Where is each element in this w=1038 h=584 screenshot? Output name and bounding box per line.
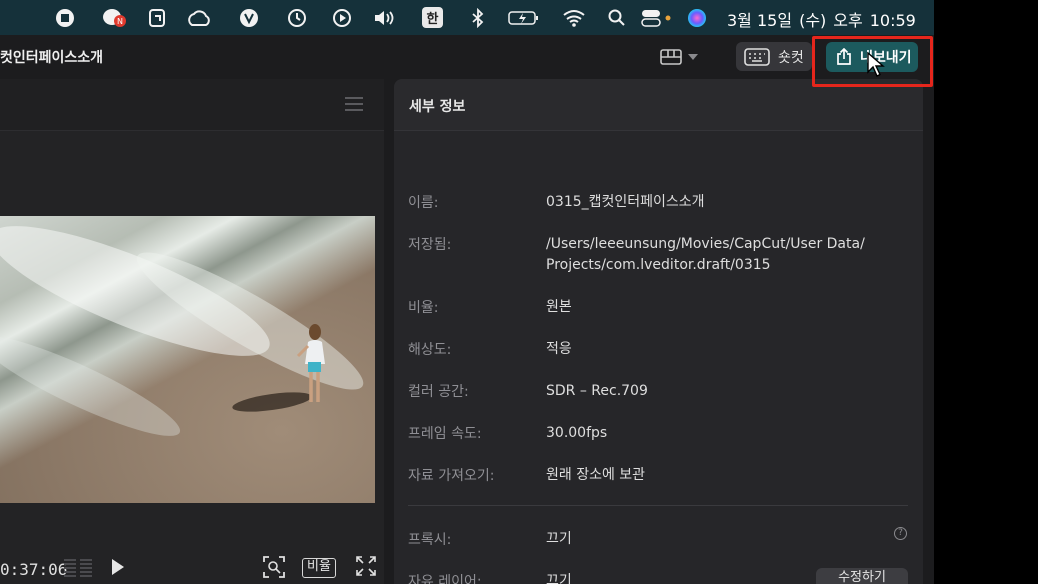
capcut-window: 컷인터페이스소개 숏컷 내보내기 0:37:06 비율 세부 정보 이름: 03… [0, 35, 934, 584]
clipboard-app-icon[interactable] [146, 7, 168, 29]
player-header [0, 79, 384, 131]
keyboard-icon [744, 47, 770, 66]
detail-label: 컬러 공간: [408, 384, 469, 400]
clock-date: 3월 15일 [727, 11, 793, 30]
detail-value: 0315_캡컷인터페이스소개 [546, 194, 705, 210]
fullscreen-icon [356, 556, 376, 576]
detail-value: SDR – Rec.709 [546, 383, 648, 399]
detail-value: 적응 [546, 341, 572, 357]
detail-label: 자유 레이어: [408, 574, 482, 584]
macos-menu-bar: N 한 3월 15일 (수) 오후 10:59 [0, 0, 934, 35]
layout-grid-icon [660, 49, 682, 65]
girl-figure [296, 324, 325, 402]
spotlight-search-icon[interactable] [606, 7, 628, 29]
ratio-button[interactable]: 비율 [302, 558, 336, 578]
detail-label: 이름: [408, 195, 439, 211]
detail-label: 자료 가져오기: [408, 468, 495, 484]
edit-button[interactable]: 수정하기 [816, 568, 908, 584]
zoom-fit-button[interactable] [263, 556, 285, 582]
play-button[interactable] [111, 558, 125, 580]
shortcut-button[interactable]: 숏컷 [736, 42, 812, 71]
detail-value: 원래 장소에 보관 [546, 467, 646, 483]
player-controls: 0:37:06 비율 [0, 550, 384, 584]
timecode: 0:37:06 [0, 560, 68, 579]
section-divider [408, 505, 908, 506]
detail-label: 프록시: [408, 532, 452, 548]
wifi-icon[interactable] [562, 7, 586, 29]
video-preview[interactable] [0, 216, 375, 503]
layout-switch-button[interactable] [660, 46, 704, 68]
chevron-down-icon [688, 54, 698, 60]
input-source-icon[interactable]: 한 [422, 7, 443, 28]
volume-icon[interactable] [373, 7, 399, 29]
detail-label: 비율: [408, 300, 439, 316]
detail-label: 해상도: [408, 342, 452, 358]
shortcut-label: 숏컷 [778, 49, 804, 66]
fullscreen-button[interactable] [356, 556, 376, 580]
control-center-icon[interactable] [640, 7, 674, 29]
clock-ampm: 오후 [833, 11, 863, 30]
details-panel: 세부 정보 이름: 0315_캡컷인터페이스소개 저장됨: /Users/lee… [394, 79, 923, 584]
detail-label: 저장됨: [408, 237, 452, 253]
siri-icon[interactable] [686, 7, 708, 29]
play-circle-icon[interactable] [331, 7, 353, 29]
battery-charging-icon[interactable] [508, 7, 540, 29]
project-title: 컷인터페이스소개 [0, 50, 104, 66]
hamburger-menu-icon[interactable] [345, 97, 363, 111]
detail-value: 30.00fps [546, 425, 608, 441]
creative-cloud-icon[interactable] [186, 7, 212, 29]
detail-value: 원본 [546, 299, 572, 315]
stop-record-icon[interactable] [54, 7, 76, 29]
play-icon [112, 559, 124, 575]
svg-text:N: N [117, 17, 123, 26]
menu-bar-clock[interactable]: 3월 15일 (수) 오후 10:59 [727, 7, 923, 31]
detail-label: 프레임 속도: [408, 426, 482, 442]
player-panel: 0:37:06 비율 [0, 79, 384, 584]
detail-value: /Users/leeeunsung/Movies/CapCut/User Dat… [546, 236, 865, 273]
waveform-bars-icon[interactable] [64, 558, 92, 582]
wave-foam [0, 321, 189, 451]
details-title: 세부 정보 [409, 99, 466, 115]
bluetooth-icon[interactable] [467, 7, 489, 29]
proxy-help-icon[interactable]: ? [894, 527, 907, 540]
detail-value: 끄기 [546, 531, 572, 547]
window-scrollbar[interactable] [926, 79, 930, 584]
vpn-app-icon[interactable] [238, 7, 260, 29]
time-machine-icon[interactable] [286, 7, 308, 29]
clock-time: 10:59 [869, 11, 916, 30]
title-bar: 컷인터페이스소개 숏컷 내보내기 [0, 35, 934, 77]
mouse-cursor-icon [867, 52, 885, 77]
chat-notification-icon[interactable]: N [102, 7, 128, 29]
clock-weekday: (수) [799, 11, 827, 30]
zoom-frame-icon [263, 556, 285, 578]
